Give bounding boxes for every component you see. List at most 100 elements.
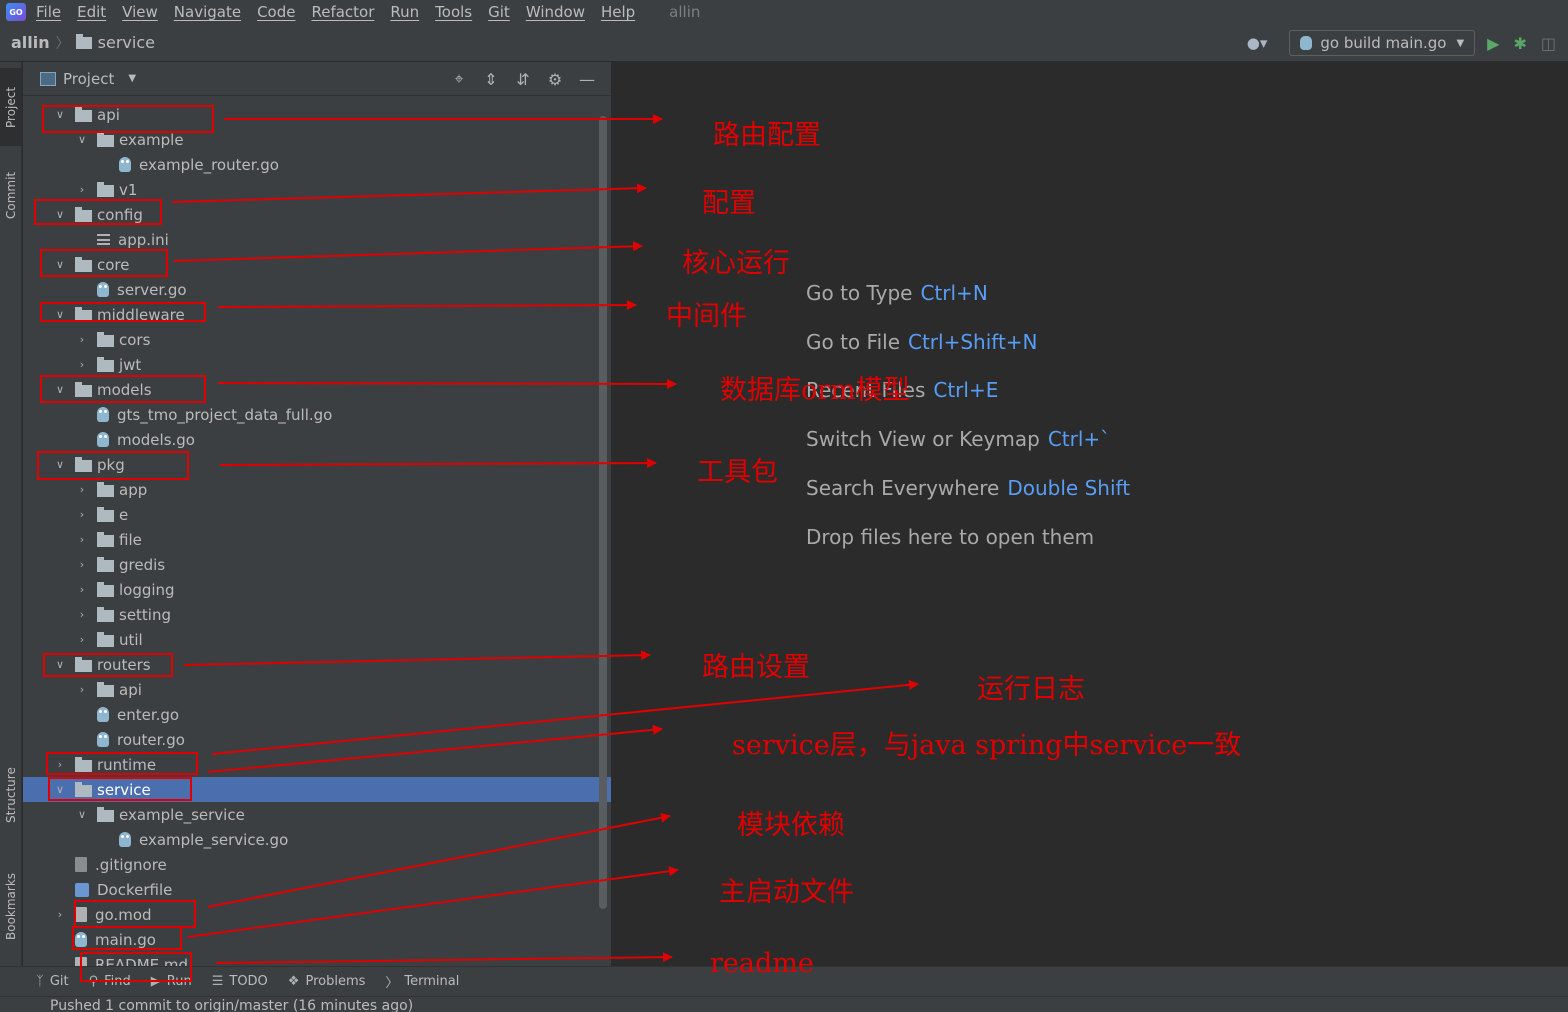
breadcrumb-current[interactable]: service [98, 33, 155, 52]
chevron-down-icon[interactable]: ∨ [53, 658, 67, 671]
chevron-right-icon[interactable]: › [75, 608, 89, 621]
chevron-right-icon[interactable]: › [75, 533, 89, 546]
chevron-down-icon[interactable]: ∨ [53, 208, 67, 221]
tab-find[interactable]: ⚲ Find [89, 974, 131, 989]
tree-row[interactable]: ›README.md [23, 952, 611, 966]
tab-problems[interactable]: ❖ Problems [288, 974, 366, 989]
tree-row[interactable]: ∨ models [23, 377, 611, 402]
stripe-tab-structure[interactable]: Structure [0, 752, 22, 838]
tab-todo[interactable]: ☰ TODO [212, 974, 268, 989]
tree-row[interactable]: › runtime [23, 752, 611, 777]
chevron-down-icon[interactable]: ∨ [75, 808, 89, 821]
menu-help[interactable]: Help [601, 3, 635, 21]
stripe-tab-project[interactable]: Project [0, 68, 22, 146]
menu-navigate[interactable]: Navigate [174, 3, 241, 21]
tree-row[interactable]: ›main.go [23, 927, 611, 952]
folder-icon [97, 581, 114, 597]
tree-row[interactable]: › v1 [23, 177, 611, 202]
tab-git[interactable]: ᛉ Git [36, 974, 69, 989]
tree-row[interactable]: ›gts_tmo_project_data_full.go [23, 402, 611, 427]
tree-row[interactable]: › util [23, 627, 611, 652]
chevron-right-icon[interactable]: › [75, 508, 89, 521]
tree-row[interactable]: › cors [23, 327, 611, 352]
tree-row[interactable]: ›app.ini [23, 227, 611, 252]
stripe-tab-commit[interactable]: Commit [0, 158, 22, 232]
chevron-down-icon[interactable]: ∨ [53, 308, 67, 321]
chevron-down-icon[interactable]: ∨ [53, 258, 67, 271]
status-message[interactable]: Pushed 1 commit to origin/master (16 min… [50, 998, 413, 1012]
tree-row[interactable]: ∨ middleware [23, 302, 611, 327]
collapse-all-icon[interactable]: ⇵ [507, 70, 539, 89]
chevron-right-icon[interactable]: › [53, 758, 67, 771]
chevron-right-icon[interactable]: › [53, 908, 67, 921]
chevron-right-icon[interactable]: › [75, 183, 89, 196]
breadcrumb-root[interactable]: allin [11, 33, 50, 52]
project-panel-title[interactable]: Project [63, 70, 114, 88]
debug-icon[interactable]: ✱ [1513, 34, 1526, 53]
tree-row[interactable]: ∨ api [23, 102, 611, 127]
menu-tools[interactable]: Tools [435, 3, 472, 21]
tree-row[interactable]: ›router.go [23, 727, 611, 752]
tree-row[interactable]: ∨ example_service [23, 802, 611, 827]
tree-row[interactable]: › app [23, 477, 611, 502]
folder-icon [97, 806, 114, 822]
tree-row[interactable]: › gredis [23, 552, 611, 577]
expand-all-icon[interactable]: ⇕ [475, 70, 507, 89]
gear-icon[interactable]: ⚙ [539, 70, 571, 89]
status-bar: Pushed 1 commit to origin/master (16 min… [0, 996, 1568, 1012]
tree-row[interactable]: ∨ config [23, 202, 611, 227]
chevron-down-icon[interactable]: ∨ [75, 133, 89, 146]
tree-row[interactable]: › go.mod [23, 902, 611, 927]
menu-file[interactable]: File [36, 3, 61, 21]
chevron-right-icon[interactable]: › [75, 558, 89, 571]
tree-item-label: app.ini [118, 230, 169, 249]
menu-window[interactable]: Window [526, 3, 585, 21]
tree-row[interactable]: › setting [23, 602, 611, 627]
tree-row[interactable]: ∨ pkg [23, 452, 611, 477]
tree-row[interactable]: ›example_service.go [23, 827, 611, 852]
tab-run[interactable]: ▶ Run [151, 974, 192, 989]
menu-git[interactable]: Git [488, 3, 510, 21]
menu-code[interactable]: Code [257, 3, 295, 21]
menu-view[interactable]: View [122, 3, 158, 21]
locate-icon[interactable]: ⌖ [443, 69, 475, 89]
chevron-down-icon[interactable]: ▼ [128, 73, 136, 84]
tree-row[interactable]: ›example_router.go [23, 152, 611, 177]
tree-row[interactable]: ›enter.go [23, 702, 611, 727]
tree-row[interactable]: ∨ core [23, 252, 611, 277]
chevron-right-icon[interactable]: › [75, 583, 89, 596]
chevron-right-icon[interactable]: › [75, 333, 89, 346]
hide-icon[interactable]: — [571, 70, 603, 89]
tree-row[interactable]: › jwt [23, 352, 611, 377]
menu-refactor[interactable]: Refactor [311, 3, 374, 21]
run-icon[interactable]: ▶ [1487, 34, 1499, 53]
tree-row[interactable]: › api [23, 677, 611, 702]
coverage-icon[interactable]: ◫ [1541, 34, 1556, 53]
folder-icon [75, 206, 92, 222]
tree-row[interactable]: ›Dockerfile [23, 877, 611, 902]
chevron-right-icon[interactable]: › [75, 483, 89, 496]
tree-row[interactable]: ∨ routers [23, 652, 611, 677]
chevron-down-icon[interactable]: ∨ [53, 783, 67, 796]
run-configuration-select[interactable]: go build main.go ▼ [1289, 30, 1476, 56]
menu-run[interactable]: Run [390, 3, 419, 21]
tree-row[interactable]: ›models.go [23, 427, 611, 452]
tree-row[interactable]: ›server.go [23, 277, 611, 302]
chevron-right-icon[interactable]: › [75, 358, 89, 371]
chevron-down-icon[interactable]: ∨ [53, 458, 67, 471]
menu-edit[interactable]: Edit [77, 3, 106, 21]
scrollbar[interactable] [599, 116, 607, 909]
tree-row[interactable]: ∨ service [23, 777, 611, 802]
tab-terminal[interactable]: 〉 Terminal [385, 972, 459, 991]
tree-row[interactable]: › e [23, 502, 611, 527]
chevron-right-icon[interactable]: › [75, 633, 89, 646]
tree-row[interactable]: ›.gitignore [23, 852, 611, 877]
tree-row[interactable]: › file [23, 527, 611, 552]
chevron-right-icon[interactable]: › [75, 683, 89, 696]
user-icon[interactable]: ●▾ [1247, 34, 1268, 52]
tree-row[interactable]: › logging [23, 577, 611, 602]
tree-row[interactable]: ∨ example [23, 127, 611, 152]
chevron-down-icon[interactable]: ∨ [53, 108, 67, 121]
chevron-down-icon[interactable]: ∨ [53, 383, 67, 396]
stripe-tab-bookmarks[interactable]: Bookmarks [0, 858, 22, 954]
